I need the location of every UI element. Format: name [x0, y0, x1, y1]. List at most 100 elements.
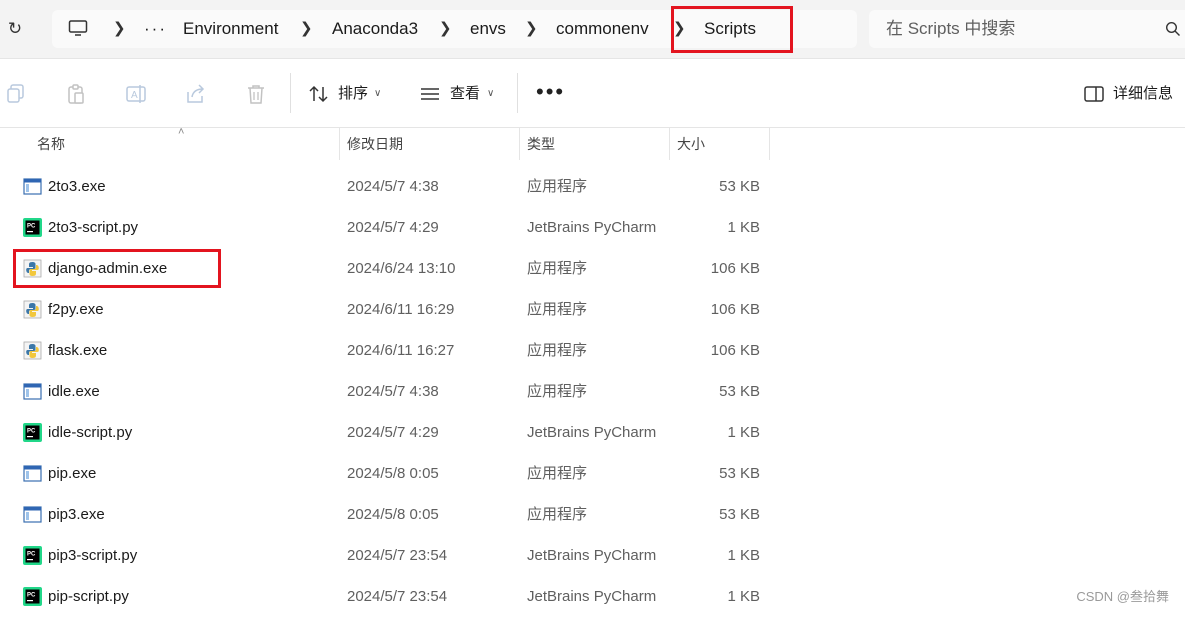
toolbar-divider	[290, 73, 291, 113]
search-icon[interactable]	[1165, 21, 1181, 37]
file-row[interactable]: PC pip3-script.py 2024/5/7 23:54 JetBrains …	[0, 535, 770, 576]
file-modified-date: 2024/5/7 4:38	[347, 383, 439, 400]
file-size: 53 KB	[719, 383, 760, 400]
column-header-size[interactable]: 大小	[677, 128, 705, 160]
python-exe-icon	[23, 300, 42, 319]
file-size: 1 KB	[727, 547, 760, 564]
watermark: CSDN @叁拾舞	[1076, 589, 1169, 604]
file-modified-date: 2024/6/11 16:27	[347, 342, 455, 359]
file-type: 应用程序	[527, 178, 588, 195]
chevron-right-icon[interactable]: ❯	[439, 10, 452, 48]
file-type: JetBrains PyCharm	[527, 219, 657, 236]
exe-window-icon	[23, 177, 42, 196]
refresh-icon[interactable]: ↻	[6, 20, 24, 38]
file-modified-date: 2024/5/8 0:05	[347, 506, 439, 523]
pycharm-icon: PC	[23, 546, 42, 565]
file-modified-date: 2024/5/7 23:54	[347, 588, 448, 605]
file-size: 106 KB	[710, 342, 760, 359]
file-name[interactable]: pip3-script.py	[48, 535, 137, 576]
sort-ascending-icon: ˄	[178, 126, 185, 138]
breadcrumb-commonenv[interactable]: commonenv	[556, 10, 649, 48]
delete-icon[interactable]	[245, 83, 267, 105]
file-type: JetBrains PyCharm	[527, 424, 657, 441]
exe-window-icon	[23, 505, 42, 524]
file-name[interactable]: f2py.exe	[48, 289, 104, 330]
command-bar: A 排序 ∨ 查看 ∨ ••• 详细信息	[0, 58, 1185, 128]
file-name[interactable]: pip-script.py	[48, 576, 129, 617]
file-size: 106 KB	[710, 301, 760, 318]
file-row[interactable]: PC idle-script.py 2024/5/7 4:29 JetBrains P…	[0, 412, 770, 453]
column-divider[interactable]	[669, 128, 670, 160]
file-row[interactable]: PC pip-script.py 2024/5/7 23:54 JetBrains P…	[0, 576, 770, 617]
pycharm-icon: PC	[23, 423, 42, 442]
file-size: 53 KB	[719, 506, 760, 523]
chevron-down-icon[interactable]: ∨	[374, 83, 381, 105]
search-input[interactable]: 在 Scripts 中搜索	[886, 10, 1015, 48]
svg-text:PC: PC	[27, 429, 36, 435]
column-header-type[interactable]: 类型	[527, 128, 555, 160]
sort-icon[interactable]	[308, 83, 330, 105]
column-divider[interactable]	[519, 128, 520, 160]
details-pane-icon[interactable]	[1083, 83, 1105, 105]
column-header-date[interactable]: 修改日期	[347, 128, 403, 160]
svg-text:A: A	[131, 90, 138, 101]
svg-text:PC: PC	[27, 552, 36, 558]
file-row[interactable]: pip.exe 2024/5/8 0:05 应用程序 53 KB	[0, 453, 770, 494]
column-divider[interactable]	[769, 128, 770, 160]
file-size: 1 KB	[727, 424, 760, 441]
search-box[interactable]: 在 Scripts 中搜索	[869, 10, 1185, 48]
exe-window-icon	[23, 382, 42, 401]
sort-button[interactable]: 排序	[338, 83, 368, 105]
file-name[interactable]: flask.exe	[48, 330, 107, 371]
file-row[interactable]: f2py.exe 2024/6/11 16:29 应用程序 106 KB	[0, 289, 770, 330]
file-row[interactable]: 2to3.exe 2024/5/7 4:38 应用程序 53 KB	[0, 166, 770, 207]
file-size: 1 KB	[727, 219, 760, 236]
file-name[interactable]: pip.exe	[48, 453, 96, 494]
copy-icon[interactable]	[5, 83, 27, 105]
file-type: 应用程序	[527, 383, 588, 400]
pycharm-icon: PC	[23, 587, 42, 606]
exe-window-icon	[23, 464, 42, 483]
pycharm-icon: PC	[23, 218, 42, 237]
file-type: JetBrains PyCharm	[527, 547, 657, 564]
chevron-right-icon[interactable]: ❯	[113, 10, 126, 48]
more-options-button[interactable]: •••	[536, 81, 565, 103]
breadcrumb-environment[interactable]: Environment	[183, 10, 278, 48]
file-modified-date: 2024/6/11 16:29	[347, 301, 455, 318]
python-exe-icon	[23, 341, 42, 360]
details-button[interactable]: 详细信息	[1113, 83, 1173, 105]
address-bar-region: ↻ ❯ ··· Environment ❯ Anaconda3 ❯ envs ❯…	[0, 0, 1185, 58]
view-icon[interactable]	[419, 83, 441, 105]
file-modified-date: 2024/5/7 23:54	[347, 547, 448, 564]
breadcrumb-anaconda3[interactable]: Anaconda3	[332, 10, 418, 48]
chevron-right-icon[interactable]: ❯	[300, 10, 313, 48]
breadcrumb-overflow[interactable]: ···	[144, 10, 167, 48]
paste-icon[interactable]	[65, 83, 87, 105]
file-size: 1 KB	[727, 588, 760, 605]
share-icon[interactable]	[185, 83, 207, 105]
column-header-name[interactable]: 名称	[37, 128, 65, 160]
view-button[interactable]: 查看	[450, 83, 480, 105]
file-row[interactable]: pip3.exe 2024/5/8 0:05 应用程序 53 KB	[0, 494, 770, 535]
annotation-highlight-box	[671, 6, 793, 53]
chevron-down-icon[interactable]: ∨	[487, 83, 494, 105]
file-size: 53 KB	[719, 465, 760, 482]
file-modified-date: 2024/5/7 4:29	[347, 424, 439, 441]
file-name[interactable]: 2to3.exe	[48, 166, 106, 207]
rename-icon[interactable]: A	[125, 83, 147, 105]
svg-text:PC: PC	[27, 224, 36, 230]
file-row[interactable]: flask.exe 2024/6/11 16:27 应用程序 106 KB	[0, 330, 770, 371]
file-type: 应用程序	[527, 506, 588, 523]
column-divider[interactable]	[339, 128, 340, 160]
file-row[interactable]: idle.exe 2024/5/7 4:38 应用程序 53 KB	[0, 371, 770, 412]
svg-text:PC: PC	[27, 593, 36, 599]
file-row[interactable]: PC 2to3-script.py 2024/5/7 4:29 JetBrains P…	[0, 207, 770, 248]
file-name[interactable]: pip3.exe	[48, 494, 105, 535]
this-pc-icon[interactable]	[68, 20, 88, 36]
breadcrumb-envs[interactable]: envs	[470, 10, 506, 48]
chevron-right-icon[interactable]: ❯	[525, 10, 538, 48]
file-name[interactable]: idle-script.py	[48, 412, 132, 453]
file-name[interactable]: 2to3-script.py	[48, 207, 138, 248]
file-name[interactable]: idle.exe	[48, 371, 100, 412]
file-type: 应用程序	[527, 342, 588, 359]
